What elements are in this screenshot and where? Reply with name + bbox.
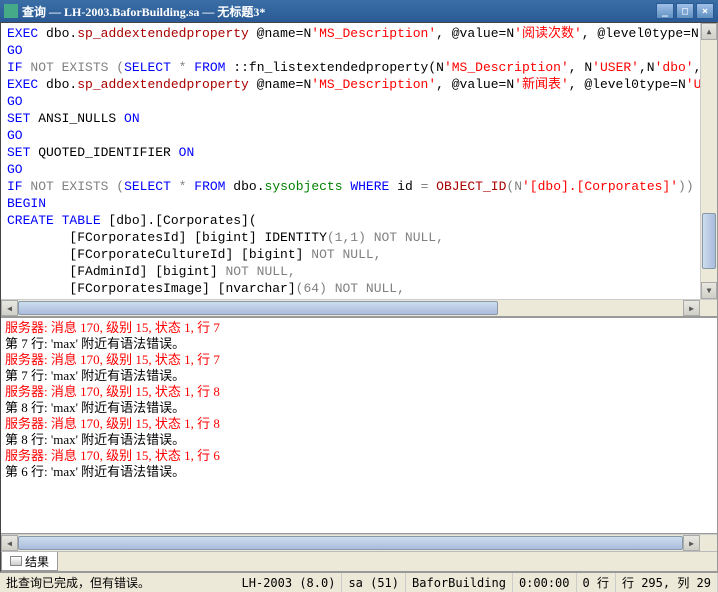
close-button[interactable]: × [696, 3, 714, 19]
scroll-left-icon[interactable]: ◀ [1, 535, 18, 551]
error-detail: 第 7 行: 'max' 附近有语法错误。 [5, 336, 713, 352]
scroll-right-icon[interactable]: ▶ [683, 535, 700, 551]
main-area: EXEC dbo.sp_addextendedproperty @name=N'… [0, 22, 718, 572]
sql-editor[interactable]: EXEC dbo.sp_addextendedproperty @name=N'… [1, 23, 717, 299]
maximize-button[interactable]: □ [676, 3, 694, 19]
scroll-thumb[interactable] [702, 213, 716, 269]
code-vertical-scrollbar[interactable]: ▲ ▼ [700, 23, 717, 299]
scroll-thumb[interactable] [18, 536, 683, 550]
results-tab-bar: 结果 [1, 551, 717, 571]
messages-output[interactable]: 服务器: 消息 170, 级别 15, 状态 1, 行 7 第 7 行: 'ma… [1, 318, 717, 534]
error-line: 服务器: 消息 170, 级别 15, 状态 1, 行 7 [5, 320, 713, 336]
status-user: sa (51) [342, 573, 406, 592]
window-buttons: _ □ × [656, 3, 714, 19]
msg-horizontal-scrollbar[interactable]: ◀ ▶ [1, 534, 717, 551]
error-line: 服务器: 消息 170, 级别 15, 状态 1, 行 6 [5, 448, 713, 464]
grid-icon [10, 556, 22, 566]
app-icon [4, 4, 18, 18]
status-server: LH-2003 (8.0) [236, 573, 343, 592]
scroll-down-icon[interactable]: ▼ [701, 282, 717, 299]
scroll-thumb[interactable] [18, 301, 498, 315]
sql-editor-pane: EXEC dbo.sp_addextendedproperty @name=N'… [1, 23, 717, 318]
error-line: 服务器: 消息 170, 级别 15, 状态 1, 行 8 [5, 416, 713, 432]
minimize-button[interactable]: _ [656, 3, 674, 19]
window-title: 查询 — LH-2003.BaforBuilding.sa — 无标题3* [22, 3, 656, 20]
tab-label: 结果 [25, 553, 49, 570]
tab-results[interactable]: 结果 [1, 552, 58, 571]
error-detail: 第 6 行: 'max' 附近有语法错误。 [5, 464, 713, 480]
status-rows: 0 行 [577, 573, 616, 592]
error-line: 服务器: 消息 170, 级别 15, 状态 1, 行 7 [5, 352, 713, 368]
error-detail: 第 7 行: 'max' 附近有语法错误。 [5, 368, 713, 384]
error-line: 服务器: 消息 170, 级别 15, 状态 1, 行 8 [5, 384, 713, 400]
scroll-up-icon[interactable]: ▲ [701, 23, 717, 40]
status-cursor-position: 行 295, 列 29 [616, 573, 718, 592]
status-time: 0:00:00 [513, 573, 577, 592]
status-message: 批查询已完成，但有错误。 [0, 574, 236, 591]
code-horizontal-scrollbar[interactable]: ◀ ▶ [1, 299, 717, 316]
error-detail: 第 8 行: 'max' 附近有语法错误。 [5, 400, 713, 416]
title-bar: 查询 — LH-2003.BaforBuilding.sa — 无标题3* _ … [0, 0, 718, 22]
error-detail: 第 8 行: 'max' 附近有语法错误。 [5, 432, 713, 448]
status-bar: 批查询已完成，但有错误。 LH-2003 (8.0) sa (51) Bafor… [0, 572, 718, 592]
messages-pane: 服务器: 消息 170, 级别 15, 状态 1, 行 7 第 7 行: 'ma… [1, 318, 717, 571]
scroll-left-icon[interactable]: ◀ [1, 300, 18, 316]
status-database: BaforBuilding [406, 573, 513, 592]
scroll-right-icon[interactable]: ▶ [683, 300, 700, 316]
